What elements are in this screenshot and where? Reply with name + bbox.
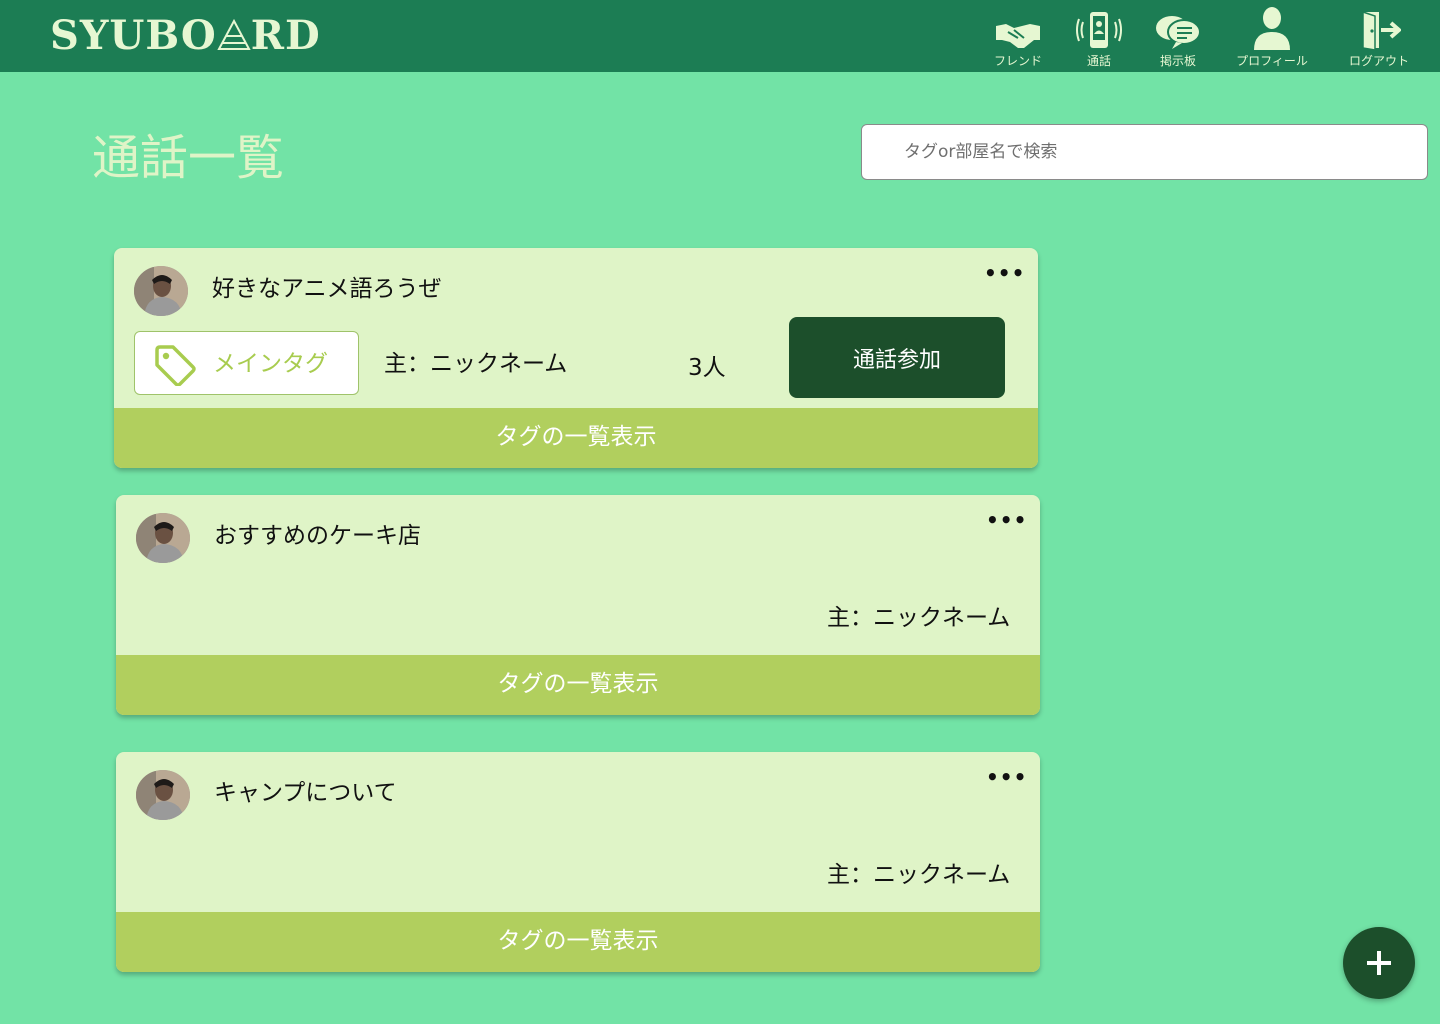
avatar[interactable] — [136, 770, 190, 820]
room-card: 好きなアニメ語ろうぜ ••• メインタグ 主：ニックネーム 3人 通話参加 タグ… — [114, 248, 1038, 468]
room-title: キャンプについて — [214, 780, 397, 806]
nav-logout-label: ログアウト — [1348, 54, 1409, 68]
participant-count: 3人 — [688, 355, 726, 381]
show-tags-bar[interactable]: タグの一覧表示 — [116, 912, 1040, 972]
nav-board[interactable]: 掲示板 — [1152, 4, 1204, 68]
main-tag-chip[interactable]: メインタグ — [134, 331, 359, 395]
room-owner: 主：ニックネーム — [384, 351, 568, 377]
person-icon — [1252, 6, 1292, 54]
room-owner: 主：ニックネーム — [827, 605, 1011, 631]
nav-board-label: 掲示板 — [1159, 54, 1196, 68]
avatar[interactable] — [134, 266, 188, 316]
logo-text-right: RD — [250, 12, 321, 59]
handshake-icon — [994, 20, 1042, 54]
nav-call-label: 通話 — [1086, 54, 1111, 68]
door-exit-icon — [1357, 10, 1401, 54]
top-header: SYUBO RD フレンド 通話 掲示板 プロフィール ログアウト — [0, 0, 1440, 72]
nav-friend-label: フレンド — [993, 54, 1042, 68]
more-options-icon[interactable]: ••• — [986, 509, 1026, 535]
logo[interactable]: SYUBO RD — [50, 14, 321, 58]
room-card: キャンプについて ••• 主：ニックネーム タグの一覧表示 — [116, 752, 1040, 972]
nav-call[interactable]: 通話 — [1073, 4, 1125, 68]
show-tags-bar[interactable]: タグの一覧表示 — [114, 408, 1038, 468]
nav-profile-label: プロフィール — [1236, 54, 1308, 68]
nav-profile[interactable]: プロフィール — [1230, 4, 1314, 68]
nav-logout[interactable]: ログアウト — [1342, 4, 1416, 68]
search-input[interactable] — [861, 124, 1428, 180]
logo-triangle-icon — [217, 17, 251, 51]
tag-label: メインタグ — [213, 351, 328, 377]
avatar[interactable] — [136, 513, 190, 563]
room-title: おすすめのケーキ店 — [214, 523, 421, 549]
page-title: 通話一覧 — [92, 130, 285, 186]
add-room-button[interactable] — [1343, 927, 1415, 999]
room-owner: 主：ニックネーム — [827, 862, 1011, 888]
join-call-button[interactable]: 通話参加 — [789, 317, 1005, 398]
show-tags-bar[interactable]: タグの一覧表示 — [116, 655, 1040, 715]
chat-bubble-icon — [1154, 14, 1202, 54]
more-options-icon[interactable]: ••• — [986, 766, 1026, 792]
room-title: 好きなアニメ語ろうぜ — [212, 276, 442, 302]
logo-text-left: SYUBO — [50, 12, 217, 59]
more-options-icon[interactable]: ••• — [984, 262, 1024, 288]
nav-friend[interactable]: フレンド — [988, 4, 1048, 68]
room-card: おすすめのケーキ店 ••• 主：ニックネーム タグの一覧表示 — [116, 495, 1040, 715]
phone-call-icon — [1075, 10, 1123, 54]
